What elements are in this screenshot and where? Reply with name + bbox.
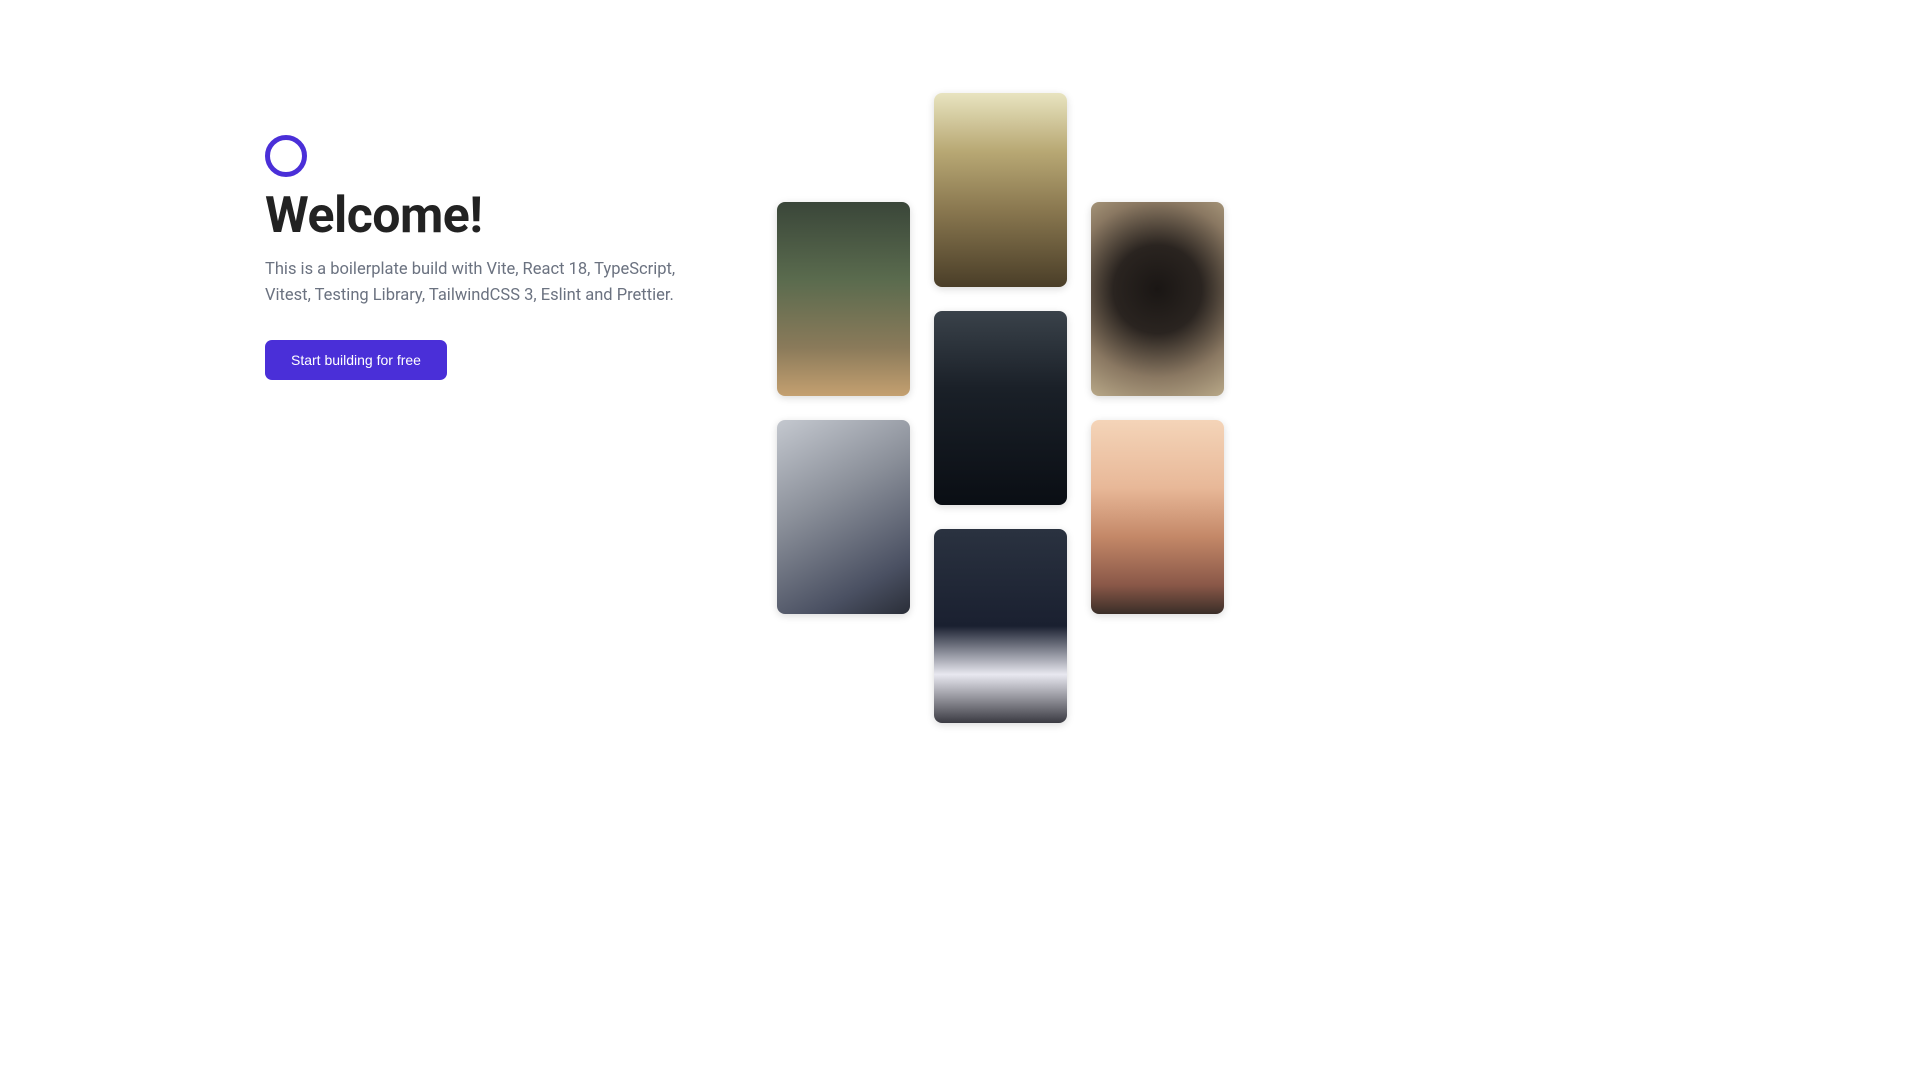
gallery-image-dog — [1091, 202, 1224, 396]
image-gallery — [777, 93, 1224, 723]
gallery-image-forest — [777, 202, 910, 396]
gallery-image-bridge-structure — [934, 93, 1067, 287]
gallery-image-golden-gate — [1091, 420, 1224, 614]
gallery-image-skyscraper — [777, 420, 910, 614]
page-description: This is a boilerplate build with Vite, R… — [265, 257, 685, 308]
logo-circle-icon — [265, 135, 307, 177]
start-building-button[interactable]: Start building for free — [265, 340, 447, 380]
gallery-image-hooded-figure — [934, 311, 1067, 505]
gallery-image-mountain — [934, 529, 1067, 723]
page-heading: Welcome! — [265, 187, 765, 245]
